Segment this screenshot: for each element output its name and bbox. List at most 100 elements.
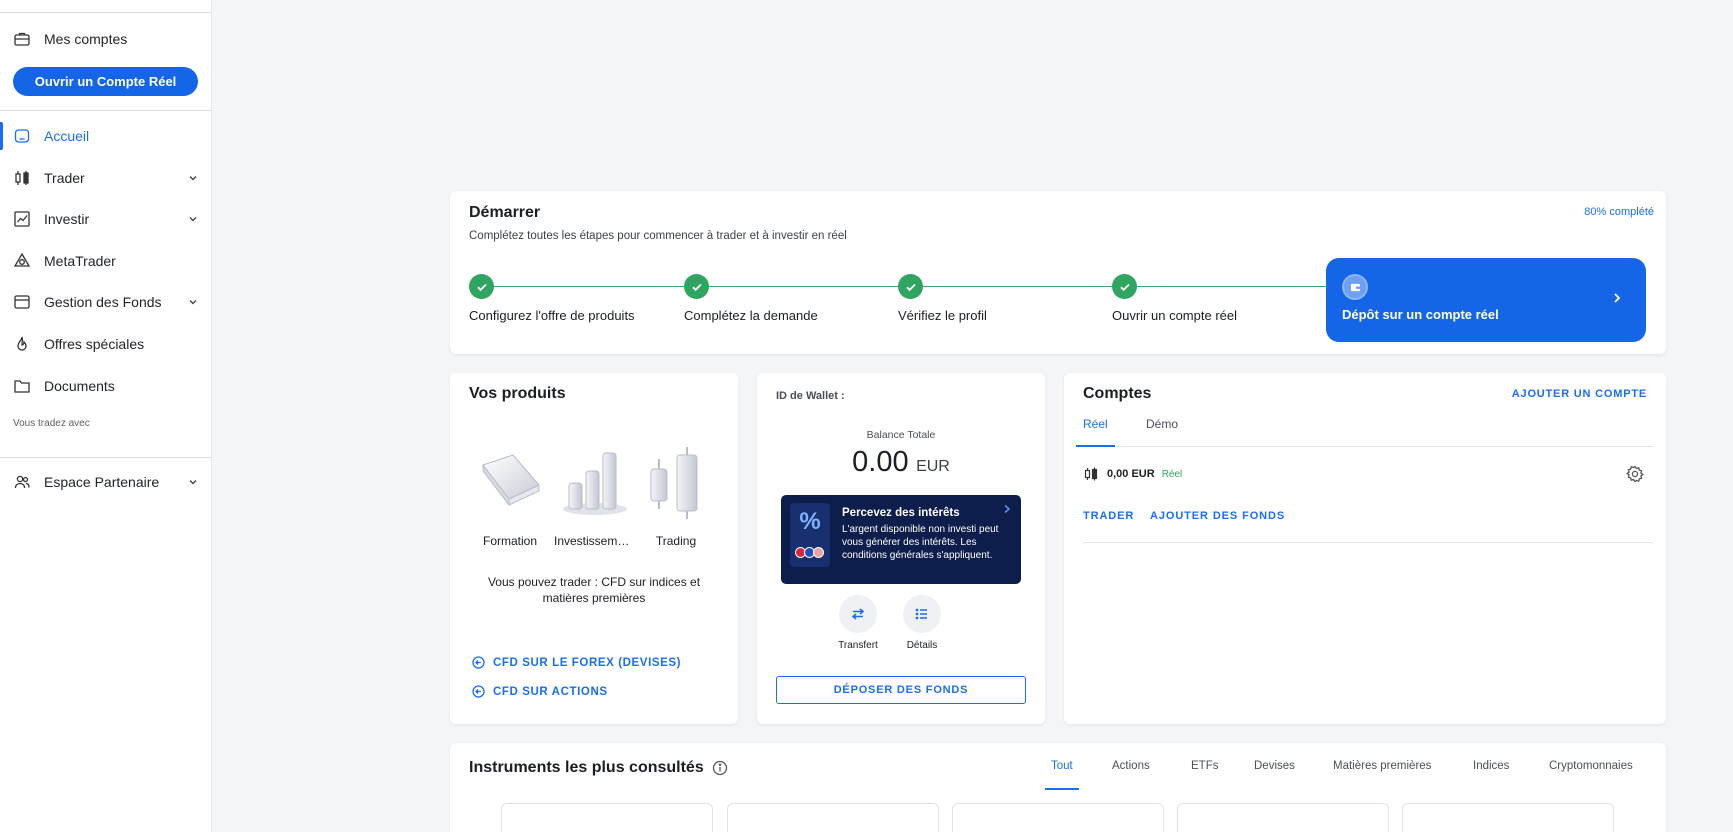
products-info: Vous pouvez trader : CFD sur indices et … [487, 575, 701, 605]
balance-label: Balance Totale [866, 429, 936, 441]
product-formation[interactable]: Formation [470, 445, 550, 548]
link-label: CFD SUR ACTIONS [493, 685, 608, 698]
sidebar-item-home[interactable]: Accueil [0, 118, 211, 154]
chart-line-icon [13, 210, 31, 228]
candlestick-icon [1084, 467, 1098, 481]
circle-arrow-icon [472, 685, 485, 698]
action-label: Détails [906, 640, 938, 651]
chevron-down-icon [189, 176, 197, 181]
home-icon [13, 127, 31, 145]
products-card: Vos produits Formation Investisseme... T… [450, 373, 738, 724]
step-deposit[interactable]: Dépôt sur un compte réel [1326, 258, 1646, 342]
chevron-right-icon [1004, 504, 1011, 514]
percent-icon: % [790, 503, 830, 567]
sidebar-item-partner[interactable]: Espace Partenaire [0, 464, 211, 500]
product-label: Trading [655, 534, 697, 548]
balance-amount: 0.00 [852, 446, 909, 478]
sidebar-item-label: Mes comptes [44, 31, 128, 47]
instruments-card: Instruments les plus consultés Tout Acti… [450, 743, 1666, 832]
promo-text: L'argent disponible non investi peut vou… [842, 524, 999, 561]
folder-icon [13, 377, 31, 395]
tab-commodities[interactable]: Matières premières [1333, 760, 1431, 790]
sidebar-item-label: Investir [44, 211, 90, 227]
transfer-icon [839, 595, 877, 633]
tab-real[interactable]: Réel [1076, 415, 1115, 447]
instrument-tile[interactable] [952, 803, 1164, 832]
sidebar-item-label: MetaTrader [44, 253, 116, 269]
divider [1083, 542, 1653, 543]
step-label: Ouvrir un compte réel [1112, 308, 1237, 323]
sidebar-item-label: Documents [44, 378, 115, 394]
interest-promo-banner[interactable]: % Percevez des intérêts L'argent disponi… [781, 495, 1021, 584]
sidebar-divider [0, 110, 211, 111]
step-open-real-account[interactable]: Ouvrir un compte réel [1112, 274, 1237, 323]
transfer-button[interactable]: Transfert [828, 595, 888, 651]
wallet-id-label: ID de Wallet : [776, 390, 845, 402]
sidebar-divider [0, 12, 211, 13]
tab-all[interactable]: Tout [1045, 760, 1079, 790]
account-row[interactable]: 0,00 EUR Réel [1083, 466, 1182, 482]
step-label: Complétez la demande [684, 308, 818, 323]
metatrader-icon [13, 252, 31, 270]
check-icon [684, 274, 709, 299]
tab-etfs[interactable]: ETFs [1191, 760, 1218, 790]
get-started-title: Démarrer [469, 204, 541, 221]
tab-crypto[interactable]: Cryptomonnaies [1549, 760, 1633, 790]
products-title: Vos produits [469, 385, 566, 402]
flame-icon [13, 335, 31, 353]
instrument-tile[interactable] [501, 803, 713, 832]
tab-currencies[interactable]: Devises [1254, 760, 1295, 790]
account-balance: 0,00 EUR [1107, 468, 1155, 480]
product-trading[interactable]: Trading [636, 445, 716, 548]
step-label: Vérifiez le profil [898, 308, 987, 323]
step-label: Configurez l'offre de produits [469, 308, 635, 323]
check-icon [1112, 274, 1137, 299]
cfd-forex-link[interactable]: CFD SUR LE FOREX (DEVISES) [472, 656, 681, 669]
wallet-card: ID de Wallet : Balance Totale 0.00 EUR %… [757, 373, 1045, 724]
gear-icon[interactable] [1626, 465, 1644, 483]
product-label: Investisseme... [554, 534, 634, 548]
step-label: Dépôt sur un compte réel [1342, 307, 1499, 322]
balance-value: 0.00 EUR [757, 446, 1045, 479]
sidebar: Mes comptes Ouvrir un Compte Réel Accuei… [0, 0, 212, 832]
sidebar-item-metatrader[interactable]: MetaTrader [0, 243, 211, 279]
sidebar-item-invest[interactable]: Investir [0, 201, 211, 237]
chevron-right-icon [1614, 293, 1621, 303]
accounts-card: Comptes AJOUTER UN COMPTE Réel Démo 0,00… [1064, 373, 1666, 724]
chevron-down-icon [189, 300, 197, 305]
product-investment[interactable]: Investisseme... [554, 445, 634, 548]
trade-link[interactable]: TRADER [1083, 510, 1134, 522]
link-label: CFD SUR LE FOREX (DEVISES) [493, 656, 682, 669]
deposit-funds-button[interactable]: DÉPOSER DES FONDS [776, 676, 1026, 704]
wallet-icon [13, 293, 31, 311]
candlestick-illustration [650, 447, 698, 519]
instrument-tile[interactable] [1177, 803, 1389, 832]
wallet-icon [1342, 274, 1368, 300]
product-label: Formation [482, 534, 538, 548]
cfd-stocks-link[interactable]: CFD SUR ACTIONS [472, 685, 608, 698]
add-account-button[interactable]: AJOUTER UN COMPTE [1512, 388, 1647, 400]
get-started-card: Démarrer Complétez toutes les étapes pou… [450, 191, 1666, 354]
sidebar-item-special-offers[interactable]: Offres spéciales [0, 326, 211, 362]
open-real-account-button[interactable]: Ouvrir un Compte Réel [13, 67, 198, 96]
chevron-down-icon [189, 217, 197, 222]
sidebar-item-funds[interactable]: Gestion des Fonds [0, 284, 211, 320]
sidebar-item-trader[interactable]: Trader [0, 160, 211, 196]
tab-stocks[interactable]: Actions [1112, 760, 1150, 790]
sidebar-item-my-accounts[interactable]: Mes comptes [0, 21, 211, 57]
add-funds-link[interactable]: AJOUTER DES FONDS [1150, 510, 1285, 522]
step-verify-profile[interactable]: Vérifiez le profil [898, 274, 987, 323]
info-icon[interactable] [712, 760, 728, 776]
instrument-tile[interactable] [1402, 803, 1614, 832]
accounts-title: Comptes [1083, 385, 1152, 402]
step-configure-offer[interactable]: Configurez l'offre de produits [469, 274, 635, 323]
step-complete-application[interactable]: Complétez la demande [684, 274, 818, 323]
details-button[interactable]: Détails [892, 595, 952, 651]
sidebar-item-documents[interactable]: Documents [0, 368, 211, 404]
briefcase-icon [13, 30, 31, 48]
tab-demo[interactable]: Démo [1139, 415, 1185, 447]
sidebar-item-label: Trader [44, 170, 85, 186]
instrument-tile[interactable] [727, 803, 939, 832]
candlestick-icon [13, 169, 31, 187]
tab-indices[interactable]: Indices [1473, 760, 1509, 790]
